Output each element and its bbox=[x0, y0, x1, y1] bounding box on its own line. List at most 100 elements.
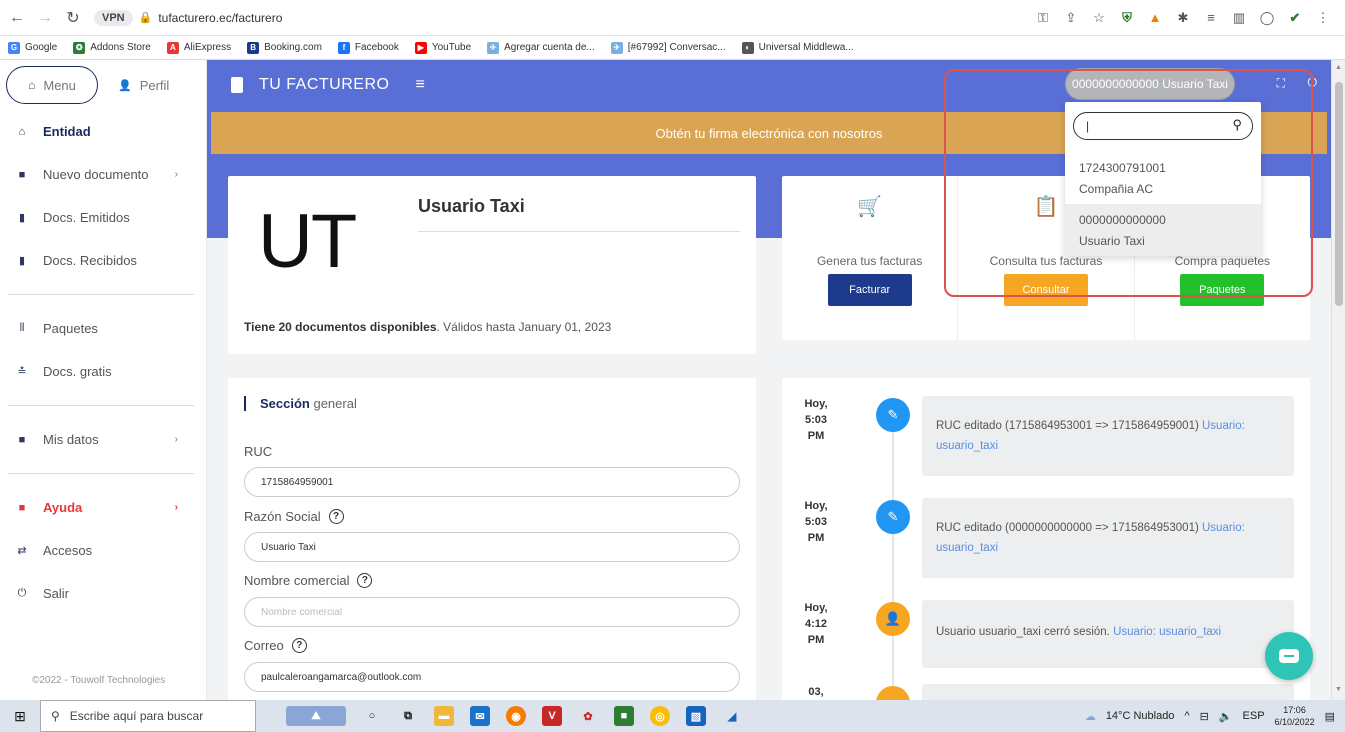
file-explorer-icon[interactable]: ▬ bbox=[434, 706, 454, 726]
bookmark-label: Universal Middlewa... bbox=[758, 42, 854, 53]
weather-widget-icon[interactable]: ⛰ bbox=[286, 706, 346, 726]
star-icon[interactable]: ☆ bbox=[1091, 10, 1107, 26]
side-panel-icon[interactable]: ▥ bbox=[1231, 10, 1247, 26]
sidebar-item-docs-gratis[interactable]: ≛ Docs. gratis bbox=[0, 350, 206, 393]
sidebar-item-mis-datos[interactable]: ■ Mis datos › bbox=[0, 418, 206, 461]
language-indicator[interactable]: ESP bbox=[1243, 710, 1265, 722]
extension-a-icon[interactable]: ▲ bbox=[1147, 10, 1163, 25]
documents-validity: . Válidos hasta January 01, 2023 bbox=[436, 320, 612, 334]
help-circle-icon[interactable]: ? bbox=[357, 573, 373, 588]
sidebar-item-paquetes[interactable]: ⦀ Paquetes bbox=[0, 307, 206, 350]
sidebar: ⌂ Menu 👤 Perfil ⌂ Entidad ■ Nuevo documento… bbox=[0, 60, 207, 700]
sidebar-divider bbox=[8, 473, 194, 474]
bookmarks-bar: G Google ✪ Addons Store A AliExpress B Booking.… bbox=[0, 36, 1345, 60]
sidebar-item-accesos[interactable]: ⇄ Accesos bbox=[0, 529, 206, 572]
sidebar-item-docs-recibidos[interactable]: ▮ Docs. Recibidos bbox=[0, 239, 206, 282]
clock[interactable]: 17:06 6/10/2022 bbox=[1275, 704, 1315, 728]
menu-button[interactable]: ⌂ Menu bbox=[6, 66, 98, 104]
share-icon[interactable]: ⇪ bbox=[1063, 10, 1079, 26]
profile-divider bbox=[418, 231, 740, 232]
sidebar-item-ayuda[interactable]: ■ Ayuda › bbox=[0, 486, 206, 529]
bookmark-item[interactable]: ✈ [#67992] Conversac... bbox=[610, 41, 726, 54]
menu-label: Menu bbox=[43, 77, 76, 93]
taskbar-apps: ⛰ ○ ⧉ ▬ ✉ ◉ V ✿ ■ ◎ ▧ ◢ bbox=[286, 706, 742, 726]
timeline-line bbox=[892, 398, 894, 700]
bookmark-item[interactable]: f Facebook bbox=[337, 41, 399, 54]
bookmark-item[interactable]: ▶ YouTube bbox=[414, 41, 471, 54]
windows-start-icon[interactable]: ⊞ bbox=[0, 708, 40, 725]
profile-name: Usuario Taxi bbox=[418, 196, 525, 216]
power-icon: ⏻ bbox=[17, 587, 27, 599]
bookmark-item[interactable]: G Google bbox=[8, 41, 58, 54]
app-icon[interactable]: ✿ bbox=[578, 706, 598, 726]
sidebar-item-nuevo-documento[interactable]: ■ Nuevo documento › bbox=[0, 153, 206, 196]
extension-shield-icon[interactable]: ⛨ bbox=[1119, 10, 1135, 26]
weather-text[interactable]: 14°C Nublado bbox=[1106, 710, 1175, 722]
timeline-user-link[interactable]: Usuario: usuario_taxi bbox=[1113, 626, 1221, 638]
network-icon[interactable]: ⊟ bbox=[1200, 710, 1209, 723]
chat-button[interactable] bbox=[1265, 632, 1313, 680]
chat-app-icon[interactable]: ■ bbox=[614, 706, 634, 726]
extension-check-icon[interactable]: ✔ bbox=[1287, 10, 1303, 26]
windows-taskbar: ⊞ ⚲ Escribe aquí para buscar ⛰ ○ ⧉ ▬ ✉ ◉… bbox=[0, 700, 1345, 732]
section-title: Sección general bbox=[244, 396, 357, 411]
help-square-icon: ■ bbox=[18, 501, 26, 514]
help-circle-icon[interactable]: ? bbox=[328, 509, 344, 524]
back-icon[interactable]: ← bbox=[6, 7, 28, 29]
sidebar-item-salir[interactable]: ⏻ Salir bbox=[0, 572, 206, 615]
photos-icon[interactable]: ▧ bbox=[686, 706, 706, 726]
razon-social-input[interactable]: Usuario Taxi bbox=[244, 532, 740, 562]
vpn-badge[interactable]: VPN bbox=[94, 9, 133, 26]
taskbar-search-input[interactable]: ⚲ Escribe aquí para buscar bbox=[40, 700, 256, 732]
sidebar-item-docs-emitidos[interactable]: ▮ Docs. Emitidos bbox=[0, 196, 206, 239]
address-bar[interactable]: 🔒 tufacturero.ec/facturero bbox=[139, 11, 283, 25]
perfil-button[interactable]: 👤 Perfil bbox=[118, 78, 169, 93]
page-scrollbar[interactable]: ▲ ▼ bbox=[1331, 60, 1345, 700]
bookmark-icon: f bbox=[337, 41, 350, 54]
search-icon: ⚲ bbox=[51, 709, 60, 723]
reload-icon[interactable]: ↻ bbox=[62, 7, 84, 29]
hamburger-icon[interactable]: ≡ bbox=[415, 76, 424, 94]
nombre-comercial-input[interactable]: Nombre comercial bbox=[244, 597, 740, 627]
key-icon[interactable]: ⚿ bbox=[1035, 10, 1051, 26]
firefox-icon[interactable]: ◉ bbox=[506, 706, 526, 726]
correo-input[interactable]: paulcaleroangamarca@outlook.com bbox=[244, 662, 740, 692]
url-text[interactable]: tufacturero.ec/facturero bbox=[158, 11, 282, 25]
bookmark-item[interactable]: ✪ Addons Store bbox=[73, 41, 151, 54]
exchange-icon: ⇄ bbox=[17, 545, 27, 557]
speaker-icon[interactable]: 🔈 bbox=[1219, 710, 1233, 723]
bookmark-label: Google bbox=[25, 42, 58, 53]
profile-icon[interactable]: ◯ bbox=[1259, 10, 1275, 26]
more-vertical-icon[interactable]: ⋮ bbox=[1315, 10, 1331, 26]
sidebar-item-entidad[interactable]: ⌂ Entidad bbox=[0, 110, 206, 153]
extensions-puzzle-icon[interactable]: ✱ bbox=[1175, 10, 1191, 26]
chrome-icon[interactable]: ◎ bbox=[650, 706, 670, 726]
gift-icon: ≛ bbox=[17, 366, 27, 378]
bookmark-item[interactable]: A AliExpress bbox=[166, 41, 231, 54]
bookmark-item[interactable]: B Booking.com bbox=[247, 41, 322, 54]
reading-list-icon[interactable]: ≡ bbox=[1203, 10, 1219, 25]
razon-social-label-text: Razón Social bbox=[244, 509, 321, 524]
forward-icon[interactable]: → bbox=[34, 7, 56, 29]
task-view-icon[interactable]: ⧉ bbox=[398, 706, 418, 726]
cortana-icon[interactable]: ○ bbox=[362, 706, 382, 726]
bookmark-item[interactable]: ◐ Universal Middlewa... bbox=[741, 41, 854, 54]
mail-icon[interactable]: ✉ bbox=[470, 706, 490, 726]
help-circle-icon[interactable]: ? bbox=[291, 638, 307, 653]
cloud-icon: ☁ bbox=[1084, 710, 1096, 723]
chevron-up-icon[interactable]: ^ bbox=[1184, 710, 1189, 722]
brand-title[interactable]: TU FACTURERO bbox=[259, 76, 389, 94]
action-button-facturar[interactable]: Facturar bbox=[827, 274, 912, 306]
scroll-thumb[interactable] bbox=[1335, 82, 1343, 306]
scroll-up-icon[interactable]: ▲ bbox=[1335, 64, 1342, 71]
documents-count: Tiene 20 documentos disponibles bbox=[244, 320, 437, 334]
bookmark-item[interactable]: ✈ Agregar cuenta de... bbox=[487, 41, 595, 54]
bookmark-icon: B bbox=[247, 41, 260, 54]
ruc-input[interactable]: 1715864959001 bbox=[244, 467, 740, 497]
notifications-icon[interactable]: ▤ bbox=[1325, 710, 1335, 723]
scroll-down-icon[interactable]: ▼ bbox=[1335, 686, 1342, 693]
browser-toolbar: ← → ↻ VPN 🔒 tufacturero.ec/facturero ⚿ ⇪… bbox=[0, 0, 1345, 36]
action-icon: 🛒 bbox=[857, 196, 883, 218]
vivaldi-icon[interactable]: V bbox=[542, 706, 562, 726]
app-icon[interactable]: ◢ bbox=[722, 706, 742, 726]
